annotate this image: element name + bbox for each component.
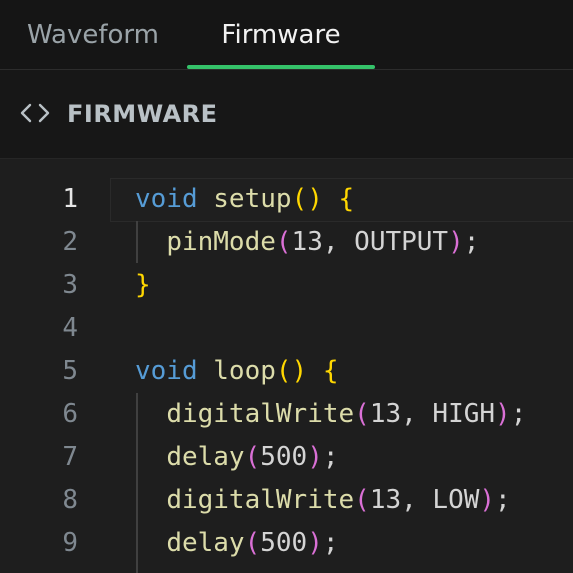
code-token: ): [448, 227, 464, 257]
code-token: loop: [213, 356, 276, 386]
code-line[interactable]: 3}: [0, 264, 573, 307]
code-token: digitalWrite: [166, 399, 355, 429]
code-text: digitalWrite(13, HIGH);: [135, 393, 526, 436]
code-token: ): [495, 399, 511, 429]
code-token: {: [338, 184, 355, 214]
code-token: setup: [213, 184, 292, 214]
code-token: {: [322, 356, 339, 386]
code-token: 13, OUTPUT: [291, 227, 449, 257]
code-token: ;: [322, 528, 339, 558]
code-line[interactable]: 4: [0, 307, 573, 350]
code-token: ;: [495, 485, 511, 515]
code-line[interactable]: 2 pinMode(13, OUTPUT);: [0, 221, 573, 264]
code-line[interactable]: 9 delay(500);: [0, 522, 573, 565]
code-token: void: [135, 356, 198, 386]
code-token: delay: [166, 528, 245, 558]
code-token: (: [354, 399, 370, 429]
line-number: 3: [62, 270, 78, 300]
line-number: 7: [62, 442, 78, 472]
code-line[interactable]: 6 digitalWrite(13, HIGH);: [0, 393, 573, 436]
code-editor[interactable]: 1 void setup() {2 pinMode(13, OUTPUT); 3} 4…: [0, 159, 573, 573]
code-token: pinMode: [166, 227, 276, 257]
code-text: pinMode(13, OUTPUT);: [135, 221, 479, 264]
line-number: 1: [62, 184, 78, 214]
code-token: (: [275, 227, 292, 257]
tab-waveform[interactable]: Waveform: [27, 0, 159, 68]
line-number: 4: [62, 313, 78, 343]
code-token: ;: [322, 442, 339, 472]
code-token: ;: [463, 227, 480, 257]
code-text: delay(500);: [135, 436, 339, 479]
line-number: 9: [62, 528, 78, 558]
code-icon: [20, 103, 50, 123]
section-header: FIRMWARE: [0, 70, 573, 159]
code-text: }: [135, 264, 151, 307]
line-number: 5: [62, 356, 78, 386]
code-token: (): [291, 184, 323, 214]
code-token: delay: [166, 442, 245, 472]
code-line[interactable]: 5 void loop() {: [0, 350, 573, 393]
code-token: (: [354, 485, 370, 515]
code-token: ;: [510, 399, 527, 429]
line-number: 2: [62, 227, 78, 257]
code-line[interactable]: 1 void setup() {: [0, 178, 573, 221]
tab-bar: Waveform Firmware: [0, 0, 573, 70]
code-text: void setup() {: [135, 178, 354, 221]
code-line[interactable]: 8 digitalWrite(13, LOW);: [0, 479, 573, 522]
code-token: (: [244, 528, 261, 558]
code-token: (): [275, 356, 308, 386]
code-token: digitalWrite: [166, 485, 355, 515]
code-token: }: [135, 270, 151, 300]
tab-firmware[interactable]: Firmware: [187, 0, 375, 69]
code-text: digitalWrite(13, LOW);: [135, 479, 511, 522]
code-token: 13, LOW: [369, 485, 480, 515]
code-line[interactable]: 7 delay(500);: [0, 436, 573, 479]
code-text: delay(500);: [135, 522, 339, 565]
code-token: 500: [260, 528, 308, 558]
code-token: 500: [260, 442, 308, 472]
tab-firmware-label: Firmware: [221, 20, 341, 50]
code-token: ): [307, 442, 323, 472]
line-number: 6: [62, 399, 78, 429]
section-title: FIRMWARE: [67, 100, 218, 128]
code-token: (: [244, 442, 261, 472]
code-text: void loop() {: [135, 350, 339, 393]
line-number: 8: [62, 485, 78, 515]
code-token: 13, HIGH: [369, 399, 496, 429]
code-token: void: [135, 184, 198, 214]
active-tab-indicator: [187, 65, 375, 69]
code-token: ): [479, 485, 496, 515]
code-token: ): [307, 528, 323, 558]
